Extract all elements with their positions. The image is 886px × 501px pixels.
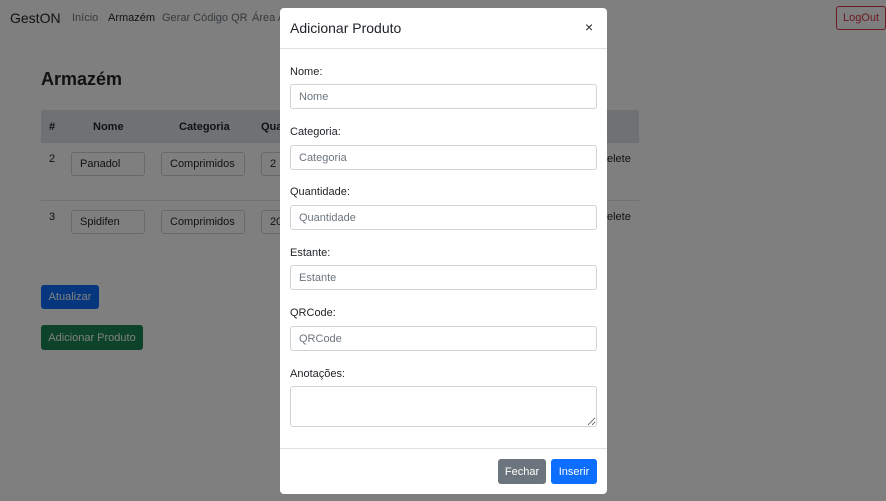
quantidade-label: Quantidade: [290,186,350,198]
add-product-modal: Adicionar Produto × Nome: Categoria: Qua… [280,8,607,494]
close-icon[interactable]: × [585,20,593,34]
insert-button[interactable]: Inserir [551,459,597,484]
qrcode-input[interactable] [290,326,597,351]
close-button[interactable]: Fechar [498,459,546,484]
categoria-label: Categoria: [290,126,341,138]
nome-label: Nome: [290,66,323,78]
modal-title: Adicionar Produto [290,20,402,36]
estante-label: Estante: [290,247,331,259]
modal-header: Adicionar Produto × [280,8,607,49]
modal-footer-divider [280,448,607,449]
anotacoes-textarea[interactable] [290,386,597,427]
nome-input[interactable] [290,84,597,109]
anotacoes-label: Anotações: [290,368,346,380]
categoria-input[interactable] [290,145,597,170]
quantidade-input[interactable] [290,205,597,230]
estante-input[interactable] [290,265,597,290]
qrcode-label: QRCode: [290,307,336,319]
